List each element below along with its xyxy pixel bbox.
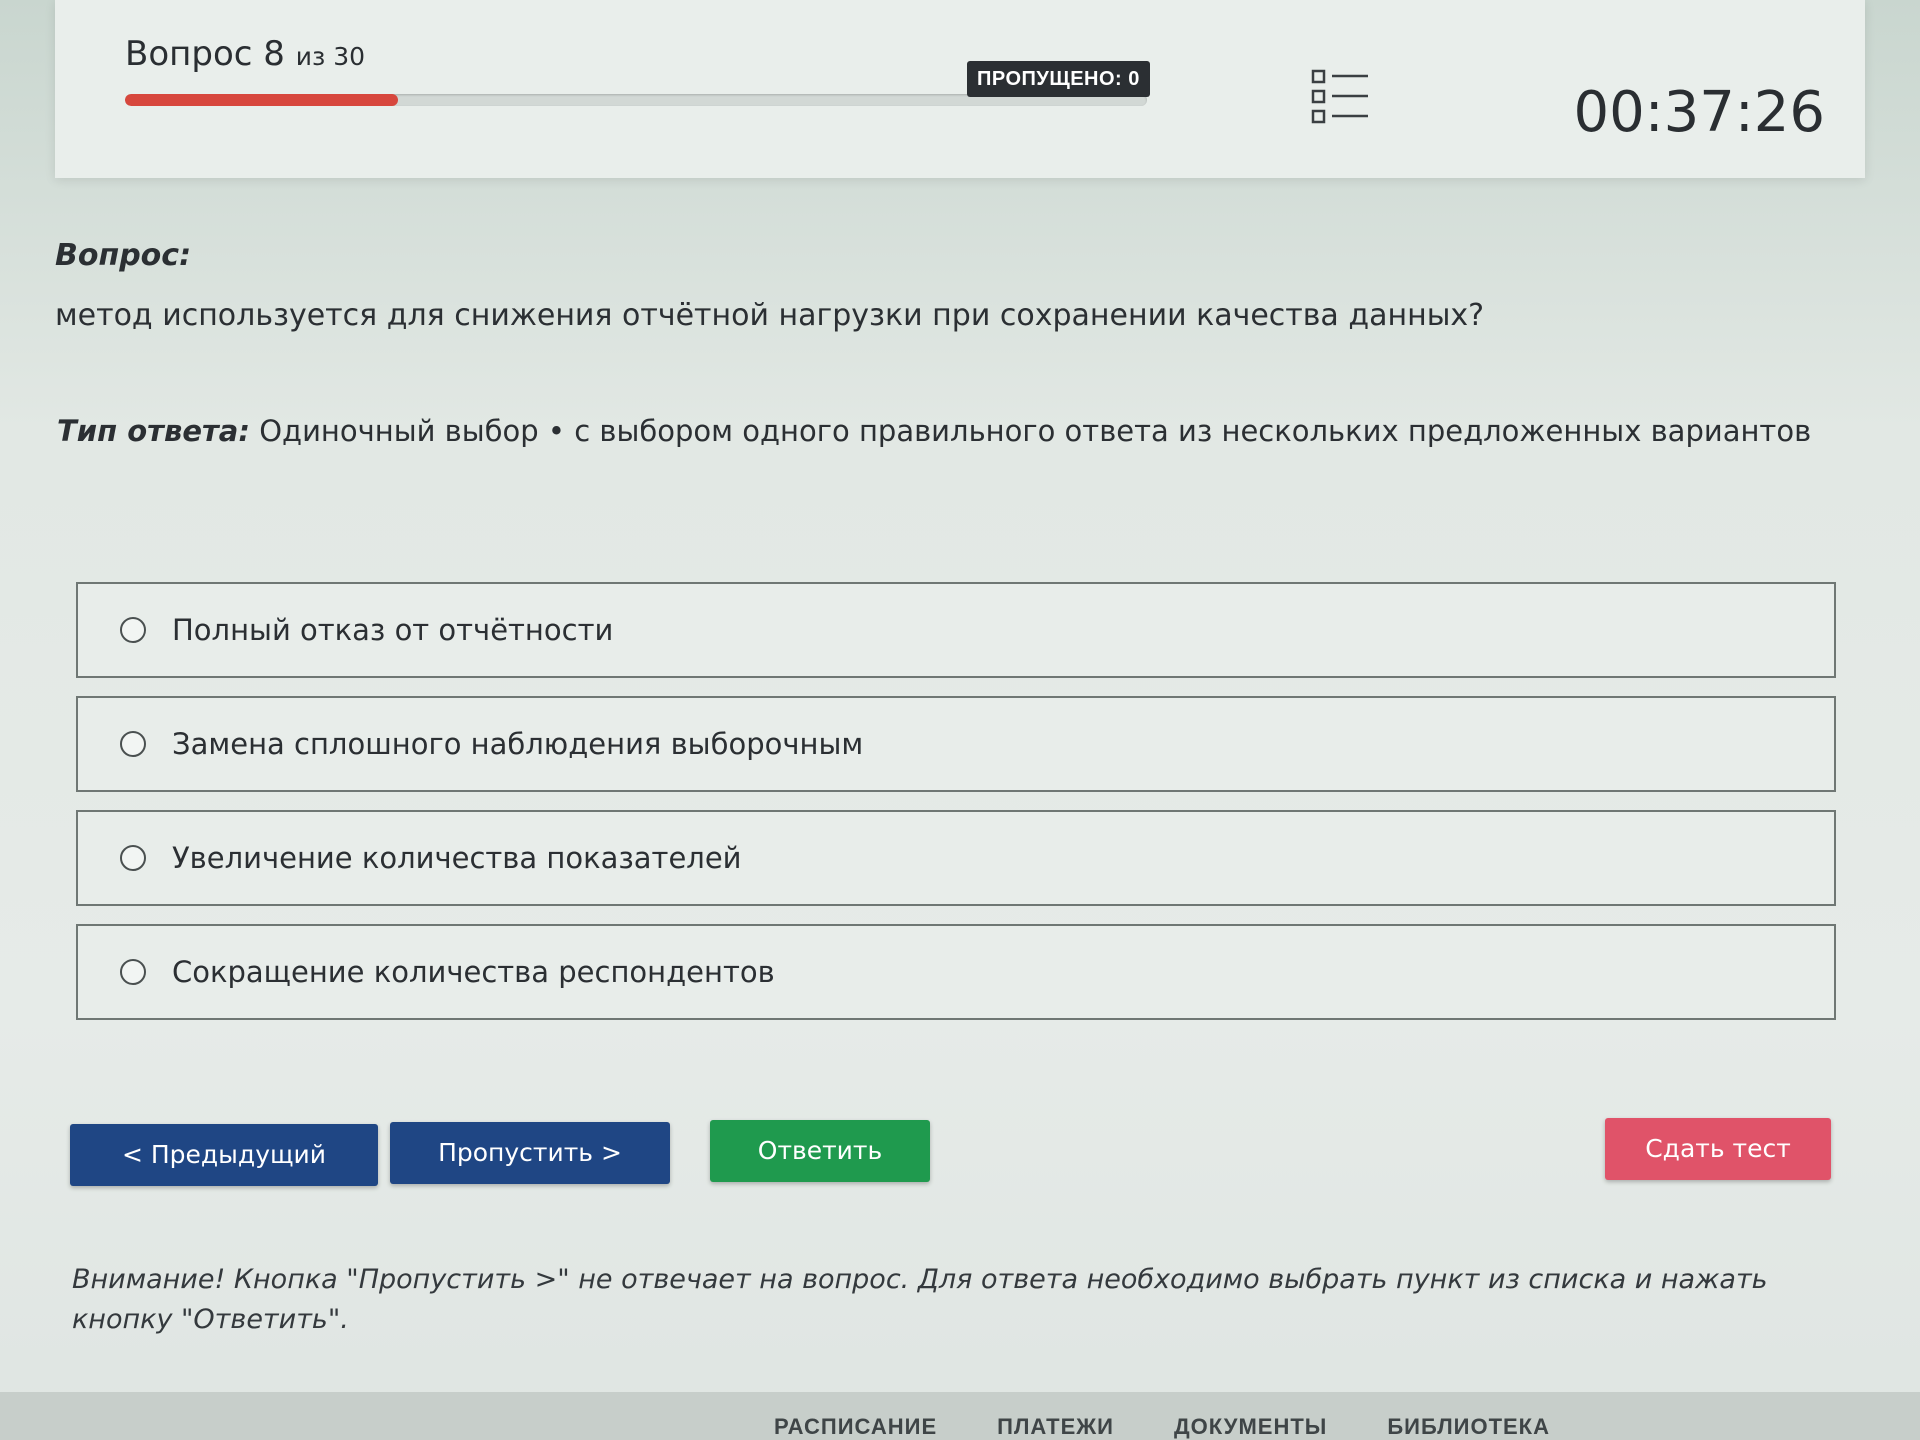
question-counter: Вопрос 8 из 30 bbox=[125, 34, 365, 74]
question-text: метод используется для снижения отчётной… bbox=[55, 298, 1485, 333]
timer: 00:37:26 bbox=[1573, 80, 1825, 145]
question-number: 8 bbox=[263, 34, 285, 74]
answer-type-value: Одиночный выбор • с выбором одного прави… bbox=[259, 414, 1812, 448]
answer-options: Полный отказ от отчётности Замена сплошн… bbox=[76, 582, 1836, 1038]
footer-link-schedule[interactable]: РАСПИСАНИЕ bbox=[774, 1414, 937, 1440]
option-label: Полный отказ от отчётности bbox=[172, 613, 614, 647]
progress-fill bbox=[125, 94, 398, 106]
warning-text: Внимание! Кнопка "Пропустить >" не отвеч… bbox=[72, 1264, 1768, 1335]
answer-option[interactable]: Полный отказ от отчётности bbox=[76, 582, 1836, 678]
option-label: Увеличение количества показателей bbox=[172, 841, 742, 875]
skipped-badge: ПРОПУЩЕНО: 0 bbox=[967, 61, 1150, 97]
question-list-icon[interactable] bbox=[1310, 68, 1370, 128]
answer-option[interactable]: Увеличение количества показателей bbox=[76, 810, 1836, 906]
radio-button[interactable] bbox=[120, 617, 146, 643]
question-word: Вопрос bbox=[125, 34, 253, 74]
footer-nav: РАСПИСАНИЕ ПЛАТЕЖИ ДОКУМЕНТЫ БИБЛИОТЕКА bbox=[0, 1392, 1920, 1440]
radio-button[interactable] bbox=[120, 731, 146, 757]
footer-link-payments[interactable]: ПЛАТЕЖИ bbox=[997, 1414, 1114, 1440]
question-total: из 30 bbox=[295, 42, 366, 71]
answer-type: Тип ответа: Одиночный выбор • с выбором … bbox=[57, 414, 1811, 448]
answer-button[interactable]: Ответить bbox=[710, 1120, 930, 1182]
skip-button[interactable]: Пропустить > bbox=[390, 1122, 670, 1184]
test-header: Вопрос 8 из 30 ПРОПУЩЕНО: 0 00:37:26 bbox=[55, 0, 1865, 178]
answer-option[interactable]: Сокращение количества респондентов bbox=[76, 924, 1836, 1020]
radio-button[interactable] bbox=[120, 845, 146, 871]
previous-button[interactable]: < Предыдущий bbox=[70, 1124, 378, 1186]
test-page: Вопрос 8 из 30 ПРОПУЩЕНО: 0 00:37:26 Воп… bbox=[0, 0, 1920, 1440]
option-label: Замена сплошного наблюдения выборочным bbox=[172, 727, 864, 761]
footer-link-library[interactable]: БИБЛИОТЕКА bbox=[1387, 1414, 1550, 1440]
radio-button[interactable] bbox=[120, 959, 146, 985]
footer-link-documents[interactable]: ДОКУМЕНТЫ bbox=[1174, 1414, 1327, 1440]
submit-test-button[interactable]: Сдать тест bbox=[1605, 1118, 1831, 1180]
option-label: Сокращение количества респондентов bbox=[172, 955, 775, 989]
answer-option[interactable]: Замена сплошного наблюдения выборочным bbox=[76, 696, 1836, 792]
answer-type-label: Тип ответа: bbox=[57, 414, 250, 448]
question-label: Вопрос: bbox=[55, 238, 192, 273]
